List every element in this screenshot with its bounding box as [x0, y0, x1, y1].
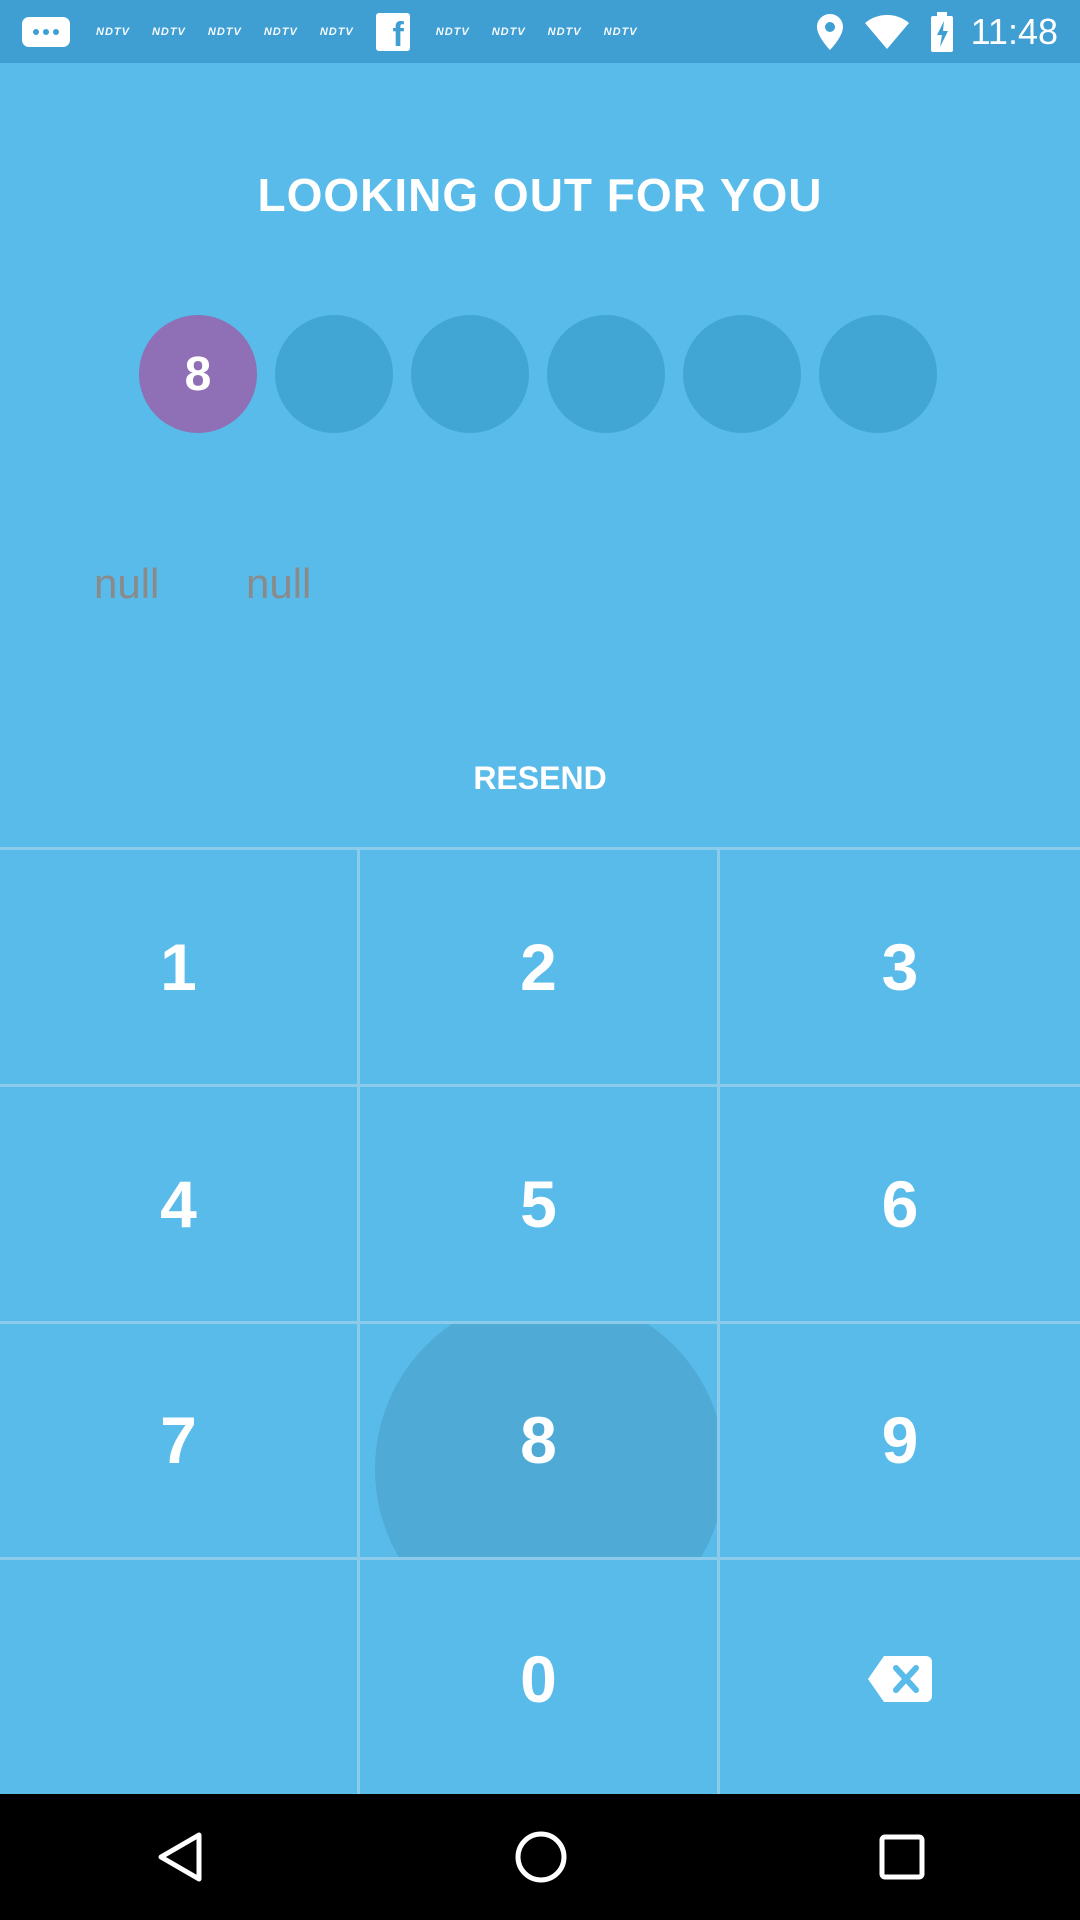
- status-clock: 11:48: [970, 10, 1058, 52]
- ndtv-notification-icon: NDTV: [319, 25, 354, 38]
- code-digit-empty: [819, 315, 937, 433]
- backspace-key[interactable]: [720, 1560, 1080, 1797]
- ndtv-notification-icon: NDTV: [151, 25, 186, 38]
- key-2[interactable]: 2: [360, 850, 720, 1087]
- key-0[interactable]: 0: [360, 1560, 720, 1797]
- key-6[interactable]: 6: [720, 1087, 1080, 1324]
- key-1[interactable]: 1: [0, 850, 360, 1087]
- info-right-text: null: [246, 560, 312, 607]
- key-label: 6: [881, 1166, 919, 1241]
- keypad: 1 2 3 4 5 6 7 8 9 0: [0, 847, 1080, 1797]
- notification-icons: NDTV NDTV NDTV NDTV NDTV f NDTV NDTV NDT…: [22, 12, 660, 51]
- key-label: 7: [160, 1403, 197, 1478]
- key-4[interactable]: 4: [0, 1086, 360, 1324]
- code-digit-empty: [411, 315, 529, 433]
- key-5[interactable]: 5: [360, 1086, 720, 1324]
- code-entry: 8: [139, 315, 955, 433]
- key-8[interactable]: 8: [360, 1323, 720, 1561]
- facebook-icon: f: [375, 12, 410, 51]
- key-label: 1: [160, 929, 197, 1004]
- ndtv-notification-icon: NDTV: [603, 25, 638, 38]
- key-9[interactable]: 9: [720, 1324, 1080, 1561]
- key-label: 0: [520, 1641, 557, 1716]
- location-icon: [816, 13, 843, 50]
- navigation-bar: [0, 1794, 1080, 1920]
- key-label: 9: [881, 1403, 919, 1478]
- battery-icon: [930, 11, 953, 52]
- code-digit-empty: [683, 315, 801, 433]
- code-digit-empty: [275, 315, 393, 433]
- ndtv-notification-icon: NDTV: [547, 25, 582, 38]
- backspace-icon: [868, 1655, 932, 1702]
- recents-icon[interactable]: [879, 1834, 925, 1880]
- chat-bubble-icon: [22, 16, 70, 47]
- ndtv-notification-icon: NDTV: [491, 25, 526, 38]
- back-icon[interactable]: [155, 1831, 203, 1883]
- system-icons: 11:48: [795, 0, 1058, 63]
- info-left-text: null: [94, 560, 160, 607]
- status-bar: NDTV NDTV NDTV NDTV NDTV f NDTV NDTV NDT…: [0, 0, 1080, 63]
- code-digit-filled: 8: [139, 315, 257, 433]
- page-title: LOOKING OUT FOR YOU: [257, 169, 823, 221]
- code-digit-empty: [547, 315, 665, 433]
- home-icon[interactable]: [514, 1830, 568, 1884]
- key-label: 2: [520, 929, 557, 1004]
- resend-button[interactable]: RESEND: [0, 760, 1080, 797]
- key-label: 8: [520, 1403, 557, 1478]
- key-blank: [0, 1560, 360, 1797]
- key-3[interactable]: 3: [720, 850, 1080, 1087]
- wifi-icon: [864, 14, 909, 49]
- ndtv-notification-icon: NDTV: [263, 25, 298, 38]
- key-label: 4: [160, 1166, 197, 1241]
- key-7[interactable]: 7: [0, 1323, 360, 1561]
- key-label: 5: [520, 1166, 557, 1241]
- key-label: 3: [881, 929, 919, 1004]
- ndtv-notification-icon: NDTV: [96, 25, 130, 38]
- ndtv-notification-icon: NDTV: [435, 25, 470, 38]
- ndtv-notification-icon: NDTV: [207, 25, 242, 38]
